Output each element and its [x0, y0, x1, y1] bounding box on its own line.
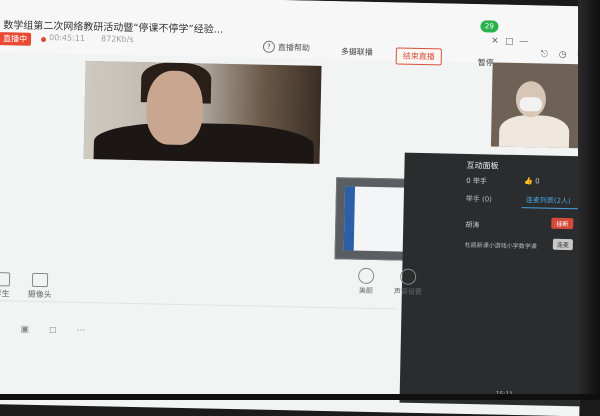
mic-user-name: 胡涛 [465, 220, 480, 230]
bottom-right-toolbar: 美颜 声音设置 [358, 267, 423, 297]
image-icon[interactable]: ▣ [20, 325, 29, 335]
hands-count: 0 举手 [466, 176, 487, 186]
draw-icon[interactable]: ✎ [0, 324, 1, 334]
notification-badge[interactable]: 29 [480, 20, 499, 33]
recording-dot-icon [41, 36, 47, 43]
camera-label: 摄像头 [27, 289, 52, 300]
question-icon: ? [262, 40, 276, 53]
interaction-panel: 互动面板 0 举手 👍 0 举手 (0) 连麦列表(2人) 胡涛 挂断 杜鹃新课… [399, 152, 585, 407]
bottom-mini-toolbar: ✎ ▣ ◻ ⋯ [0, 324, 86, 336]
pause-button[interactable]: 暂停 [478, 57, 494, 68]
shared-screen-sidebar [343, 186, 356, 251]
sound-settings-button[interactable]: 声音设置 [394, 268, 423, 297]
students-button[interactable]: 学生 [0, 272, 11, 299]
camera-icon [31, 272, 49, 288]
speaker-icon [400, 268, 417, 285]
video-person-face [145, 70, 204, 146]
hang-up-button[interactable]: 挂断 [551, 217, 574, 230]
monitor-bezel-bottom [0, 394, 600, 400]
elapsed-time: 00:45:11 [49, 33, 86, 43]
end-live-button[interactable]: 结束直播 [395, 47, 442, 66]
camera-person-mask [519, 97, 542, 112]
camera-tile[interactable] [490, 62, 587, 149]
multi-camera-button[interactable]: 多摄联播 [341, 46, 373, 58]
mic-user-name: 杜鹃新课小游戏小学数学课 [464, 241, 537, 251]
camera-button[interactable]: 摄像头 [27, 272, 53, 300]
main-video [83, 60, 322, 164]
bitrate: 872Kb/s [100, 34, 134, 44]
active-tab-indicator [521, 207, 582, 210]
panel-title: 互动面板 [466, 160, 499, 171]
tab-raise-hand[interactable]: 举手 (0) [466, 194, 492, 205]
likes-count: 👍 0 [524, 177, 540, 186]
toolbar-divider [0, 299, 398, 310]
live-status-badge: 直播中 [0, 32, 32, 46]
window-title: 数学组第二次网络教研活动暨“停课不停学”经验... [3, 20, 224, 36]
smile-icon [358, 267, 375, 285]
tab-mic-list[interactable]: 连麦列表(2人) [526, 195, 571, 206]
title-bar: 数学组第二次网络教研活动暨“停课不停学”经验... 29 ✕ □ — 直播中 0… [0, 0, 588, 67]
beauty-button[interactable]: 美颜 [358, 267, 375, 296]
chat-icon[interactable]: ◻ [49, 325, 57, 335]
minimize-window-icon[interactable]: — [519, 37, 528, 47]
monitor-bezel-right [578, 0, 600, 400]
sound-settings-label: 声音设置 [393, 287, 422, 297]
grid-icon [0, 272, 11, 287]
maximize-window-icon[interactable]: □ [505, 37, 514, 47]
camera-person-body [498, 114, 570, 149]
desktop-screen: 数学组第二次网络教研活动暨“停课不停学”经验... 29 ✕ □ — 直播中 0… [0, 0, 588, 416]
bottom-left-toolbar: 学生 摄像头 [0, 272, 52, 300]
beauty-label: 美颜 [358, 286, 373, 295]
students-label: 学生 [0, 289, 10, 299]
likes-value: 0 [535, 177, 540, 186]
help-label: 直播帮助 [277, 42, 311, 53]
close-window-icon[interactable]: ✕ [491, 36, 499, 46]
help-button[interactable]: ? 直播帮助 [262, 40, 311, 54]
share-icon[interactable]: ⎋ [541, 49, 548, 59]
more-icon[interactable]: ⋯ [76, 326, 85, 336]
connect-mic-button[interactable]: 连麦 [552, 238, 574, 251]
clock-icon[interactable]: ◷ [559, 50, 567, 60]
